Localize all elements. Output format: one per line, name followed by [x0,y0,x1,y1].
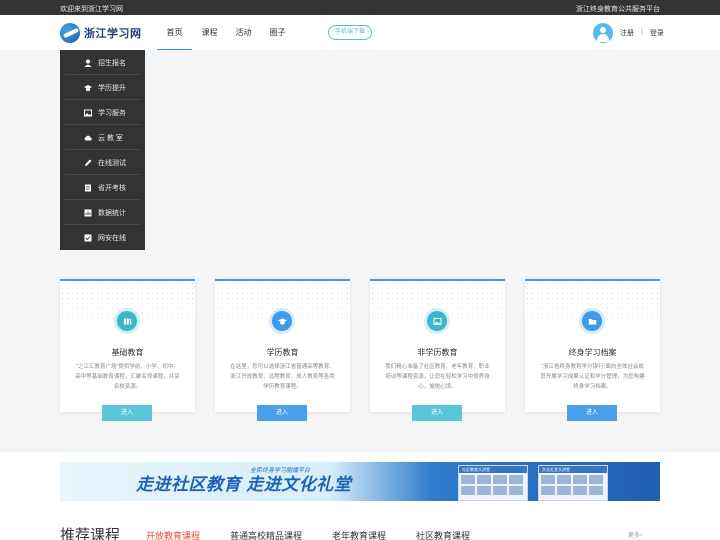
cloud-icon [84,134,92,142]
tab-community-education[interactable]: 社区教育课程 [416,529,470,540]
card-degree-education: 学历教育 在这里，您可以选择浙江省普通高等教育、浙江开放教育、远程教育、成人教育… [215,279,350,421]
menu-item-degree[interactable]: 学历提升 [60,75,145,100]
main-nav: 首页 课程 活动 圈子 [157,15,295,50]
menu-item-learning-service[interactable]: 学习服务 [60,100,145,125]
banner-headline-right: 走进文化礼堂 [246,475,352,494]
graduation-cap-icon [84,84,92,92]
section-title: 推荐课程 [60,527,121,540]
card-description: “浙江省终身教育学分银行”面向全体社会成员开展学习成果认证和学分管理，为您构建终… [540,364,645,390]
banner-screenshot: 社区教育大讲堂 [458,465,528,501]
card-description: 我们精心准备了社区教育、老年教育、职业培训等课程资源，让您在轻松学习中修养身心，… [385,364,490,390]
menu-item-label: 数据统计 [98,209,126,217]
card-title: 学历教育 [266,348,299,357]
folder-icon [582,311,602,331]
auth-separator: | [641,28,643,35]
graduation-cap-icon [272,311,292,331]
library-icon [117,311,137,331]
auth-links: 注册 | 登录 [620,28,664,38]
image-icon [427,311,447,331]
welcome-text: 欢迎来到浙江学习网 [60,6,123,13]
site-header: 浙江学习网 首页 课程 活动 圈子 手机端下载 注册 | 登录 [0,15,720,50]
course-tabs: 开放教育课程 普通高校精品课程 老年教育课程 社区教育课程 [146,529,500,540]
logo-text: 浙江学习网 [84,28,142,40]
nav-activities[interactable]: 活动 [227,15,260,50]
menu-item-label: 招生报名 [98,59,126,67]
menu-item-assessment[interactable]: 省开考核 [60,175,145,200]
user-icon [84,59,92,67]
nav-home[interactable]: 首页 [157,15,192,50]
enter-button[interactable]: 进入 [257,405,307,421]
card-description: 在这里，您可以选择浙江省普通高等教育、浙江开放教育、远程教育、成人教育等各类学历… [230,364,335,390]
card-non-degree-education: 非学历教育 我们精心准备了社区教育、老年教育、职业培训等课程资源，让您在轻松学习… [370,279,505,421]
more-link[interactable]: 更多› [628,530,642,539]
login-link[interactable]: 登录 [650,28,664,38]
menu-item-enrollment[interactable]: 招生报名 [60,50,145,75]
check-icon [84,234,92,242]
promo-banner[interactable]: 全民终身学习圈播平台 走进社区教育 走进文化礼堂 社区教育大讲堂 文化礼堂大讲堂 [60,462,660,501]
menu-item-cybersecurity[interactable]: 网安在线 [60,225,145,250]
logo-icon [60,23,80,43]
enter-button[interactable]: 进入 [102,405,152,421]
menu-item-statistics[interactable]: 数据统计 [60,200,145,225]
nav-circles[interactable]: 圈子 [261,15,294,50]
enter-button[interactable]: 进入 [412,405,462,421]
category-cards: 基础教育 “之江汇教育广场”提供学前、小学、初中、高中等基础教育课程，汇聚名师课… [60,279,660,421]
site-logo[interactable]: 浙江学习网 [60,23,142,43]
menu-item-online-test[interactable]: 在线测试 [60,150,145,175]
banner-headline-left: 走进社区教育 [136,475,241,494]
dropdown-menu: 招生报名 学历提升 学习服务 云 教 室 在线测试 省开考核 数据统计 网安在线 [60,50,145,250]
banner-screenshot-title: 文化礼堂大讲堂 [539,466,607,473]
card-basic-education: 基础教育 “之江汇教育广场”提供学前、小学、初中、高中等基础教育课程，汇聚名师课… [60,279,195,421]
tab-university-courses[interactable]: 普通高校精品课程 [230,529,302,540]
register-link[interactable]: 注册 [620,28,634,38]
menu-item-cloud-classroom[interactable]: 云 教 室 [60,125,145,150]
card-title: 基础教育 [111,348,144,357]
mobile-download-button[interactable]: 手机端下载 [328,25,372,40]
top-bar: 欢迎来到浙江学习网 浙江终身教育公共服务平台 [0,0,720,15]
nav-courses[interactable]: 课程 [193,15,226,50]
document-icon [84,184,92,192]
platform-name: 浙江终身教育公共服务平台 [576,6,660,13]
tab-open-education[interactable]: 开放教育课程 [146,529,200,540]
card-title: 终身学习档案 [568,348,617,357]
menu-item-label: 学习服务 [98,109,126,117]
menu-item-label: 网安在线 [98,234,126,242]
card-description: “之江汇教育广场”提供学前、小学、初中、高中等基础教育课程，汇聚名师课程，共享名… [75,364,180,390]
tab-senior-education[interactable]: 老年教育课程 [332,529,386,540]
avatar[interactable] [593,23,613,43]
card-lifelong-learning-archive: 终身学习档案 “浙江省终身教育学分银行”面向全体社会成员开展学习成果认证和学分管… [525,279,660,421]
menu-item-label: 在线测试 [98,159,126,167]
card-title: 非学历教育 [417,348,458,357]
banner-headline: 走进社区教育 走进文化礼堂 [136,470,351,495]
menu-item-label: 学历提升 [98,84,126,92]
pen-icon [84,159,92,167]
banner-screenshot: 文化礼堂大讲堂 [538,465,608,501]
menu-item-label: 云 教 室 [98,134,123,142]
chart-icon [84,209,92,217]
banner-screenshot-title: 社区教育大讲堂 [459,466,527,473]
menu-item-label: 省开考核 [98,184,126,192]
image-icon [84,109,92,117]
enter-button[interactable]: 进入 [567,405,617,421]
